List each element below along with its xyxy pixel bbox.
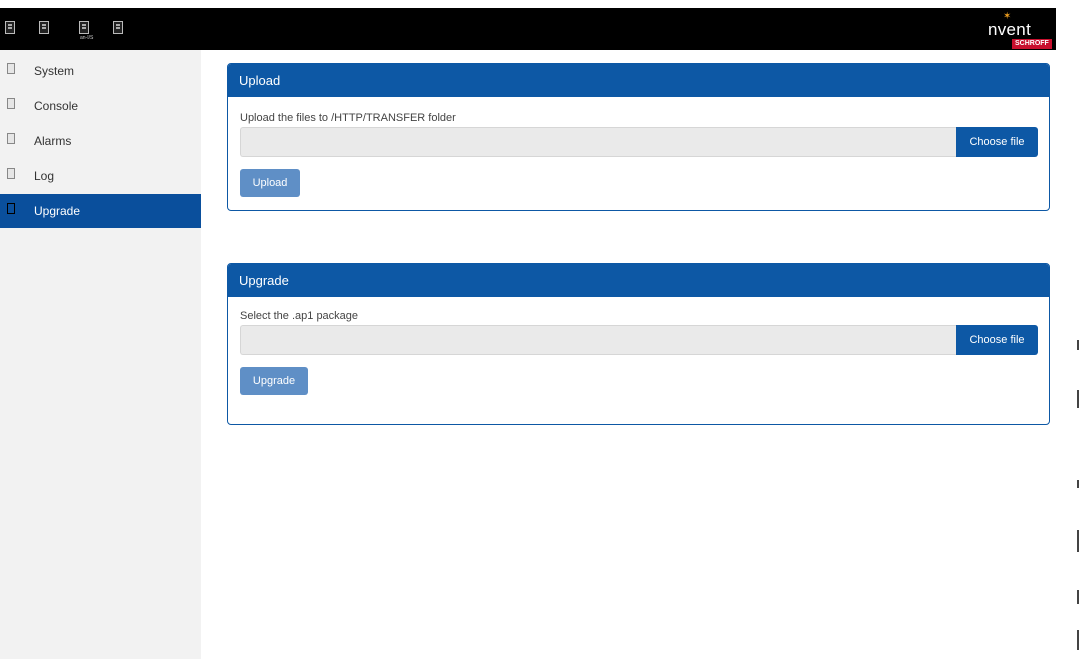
device-icon[interactable]: [5, 21, 15, 34]
sidebar-item-console[interactable]: Console: [0, 89, 201, 123]
upgrade-button[interactable]: Upgrade: [240, 367, 308, 395]
sidebar-item-label: Log: [34, 169, 55, 183]
logo-brand: nvent: [988, 20, 1032, 39]
upgrade-file-field[interactable]: [240, 325, 957, 355]
logo-sub-brand: SCHROFF: [1012, 39, 1052, 49]
panel-title: Upload: [228, 64, 1049, 97]
top-bar: an-I/S ✶ nvent SCHROFF: [0, 8, 1056, 50]
sidebar-item-label: Alarms: [34, 134, 72, 148]
upload-choose-file-button[interactable]: Choose file: [956, 127, 1038, 157]
upgrade-choose-file-button[interactable]: Choose file: [956, 325, 1038, 355]
sidebar-item-alarms[interactable]: Alarms: [0, 124, 201, 158]
upload-file-picker: Choose file: [240, 127, 1038, 157]
sidebar: System Console Alarms Log Upgrade: [0, 50, 201, 659]
device-icon[interactable]: [113, 21, 123, 34]
device-icon: [7, 203, 15, 214]
sidebar-item-label: Upgrade: [34, 204, 81, 218]
panel-title: Upgrade: [228, 264, 1049, 297]
device-icon: [7, 168, 15, 179]
sidebar-item-label: System: [34, 64, 75, 78]
device-icon: [7, 98, 15, 109]
device-icon: [7, 63, 15, 74]
sidebar-item-label: Console: [34, 99, 79, 113]
upload-button[interactable]: Upload: [240, 169, 300, 197]
sidebar-item-upgrade[interactable]: Upgrade: [0, 194, 201, 228]
upgrade-description: Select the .ap1 package: [240, 310, 359, 322]
device-icon[interactable]: [79, 21, 89, 34]
upload-panel: Upload Upload the files to /HTTP/TRANSFE…: [227, 63, 1050, 211]
nvent-schroff-logo: ✶ nvent SCHROFF: [968, 8, 1052, 50]
device-icon: [7, 133, 15, 144]
upgrade-panel: Upgrade Select the .ap1 package Choose f…: [227, 263, 1050, 425]
upgrade-file-picker: Choose file: [240, 325, 1038, 355]
upload-file-field[interactable]: [240, 127, 957, 157]
scrollbar[interactable]: [1077, 50, 1080, 659]
device-icon-caption: an-I/S: [80, 35, 94, 41]
sidebar-item-log[interactable]: Log: [0, 159, 201, 193]
upload-description: Upload the files to /HTTP/TRANSFER folde…: [240, 112, 456, 124]
device-icon[interactable]: [39, 21, 49, 34]
sidebar-item-system[interactable]: System: [0, 54, 201, 88]
